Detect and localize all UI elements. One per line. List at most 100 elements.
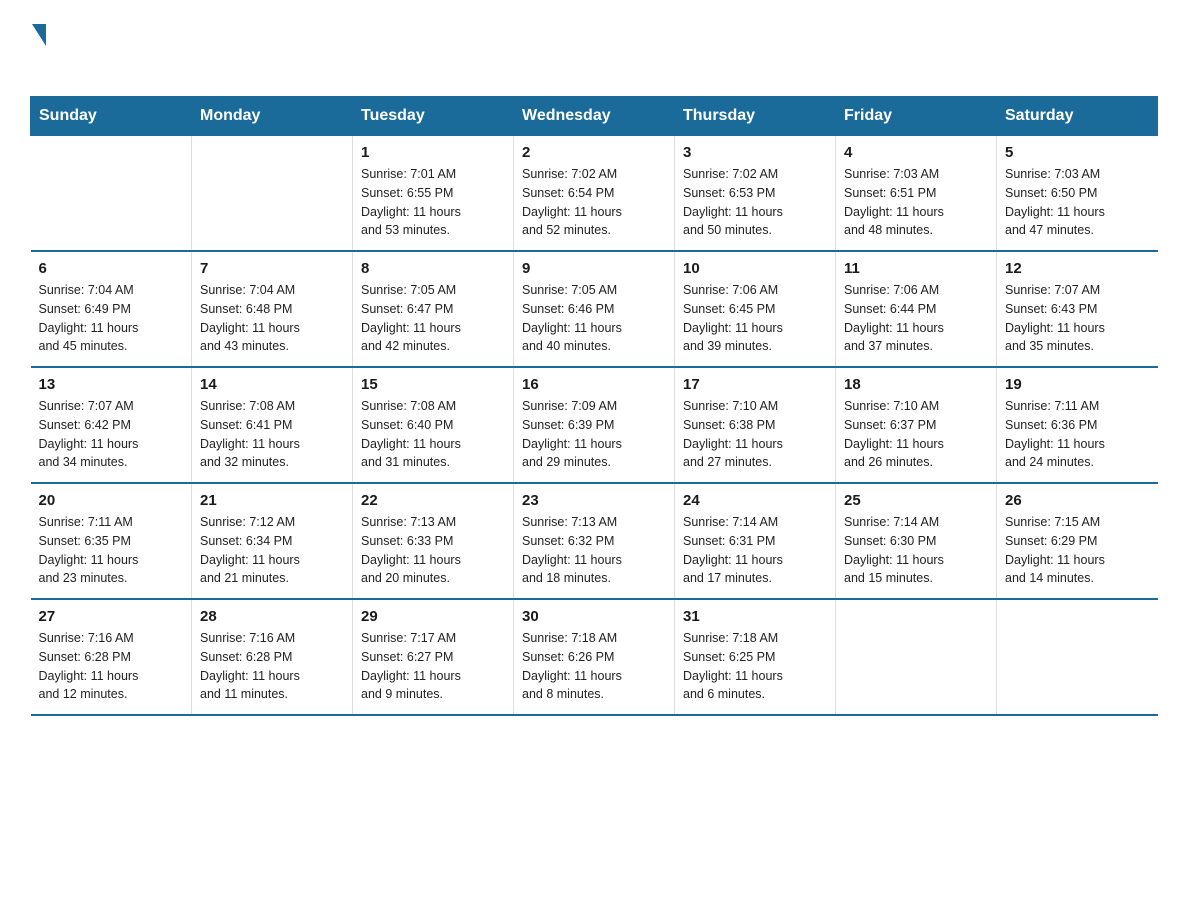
day-info: Sunrise: 7:02 AM Sunset: 6:53 PM Dayligh…: [683, 165, 827, 240]
day-number: 15: [361, 376, 505, 393]
day-info: Sunrise: 7:18 AM Sunset: 6:25 PM Dayligh…: [683, 629, 827, 704]
calendar-header-thursday: Thursday: [675, 97, 836, 136]
calendar-cell: 10 Sunrise: 7:06 AM Sunset: 6:45 PM Dayli…: [675, 251, 836, 367]
day-number: 16: [522, 376, 666, 393]
calendar-cell: 27 Sunrise: 7:16 AM Sunset: 6:28 PM Dayli…: [31, 599, 192, 715]
calendar-cell: 3 Sunrise: 7:02 AM Sunset: 6:53 PM Daylig…: [675, 136, 836, 252]
calendar-cell: [31, 136, 192, 252]
day-number: 19: [1005, 376, 1150, 393]
calendar-header-sunday: Sunday: [31, 97, 192, 136]
calendar-cell: 5 Sunrise: 7:03 AM Sunset: 6:50 PM Daylig…: [997, 136, 1158, 252]
day-number: 9: [522, 260, 666, 277]
calendar-cell: 28Sunrise: 7:16 AM Sunset: 6:28 PM Dayli…: [192, 599, 353, 715]
calendar-cell: 11 Sunrise: 7:06 AM Sunset: 6:44 PM Dayli…: [836, 251, 997, 367]
calendar-week-row: 6Sunrise: 7:04 AM Sunset: 6:49 PM Daylig…: [31, 251, 1158, 367]
day-info: Sunrise: 7:06 AM Sunset: 6:45 PM Dayligh…: [683, 281, 827, 356]
day-number: 27: [39, 608, 184, 625]
calendar-cell: 15 Sunrise: 7:08 AM Sunset: 6:40 PM Dayli…: [353, 367, 514, 483]
day-number: 22: [361, 492, 505, 509]
day-info: Sunrise: 7:07 AM Sunset: 6:43 PM Dayligh…: [1005, 281, 1150, 356]
day-number: 30: [522, 608, 666, 625]
day-number: 3: [683, 144, 827, 161]
day-number: 13: [39, 376, 184, 393]
day-number: 2: [522, 144, 666, 161]
day-info: Sunrise: 7:14 AM Sunset: 6:31 PM Dayligh…: [683, 513, 827, 588]
calendar-week-row: 1Sunrise: 7:01 AM Sunset: 6:55 PM Daylig…: [31, 136, 1158, 252]
day-number: 12: [1005, 260, 1150, 277]
calendar-cell: 6Sunrise: 7:04 AM Sunset: 6:49 PM Daylig…: [31, 251, 192, 367]
day-number: 24: [683, 492, 827, 509]
day-number: 10: [683, 260, 827, 277]
calendar-cell: 1Sunrise: 7:01 AM Sunset: 6:55 PM Daylig…: [353, 136, 514, 252]
day-number: 28: [200, 608, 344, 625]
day-info: Sunrise: 7:17 AM Sunset: 6:27 PM Dayligh…: [361, 629, 505, 704]
calendar-cell: 13 Sunrise: 7:07 AM Sunset: 6:42 PM Dayli…: [31, 367, 192, 483]
calendar-cell: 8 Sunrise: 7:05 AM Sunset: 6:47 PM Daylig…: [353, 251, 514, 367]
day-number: 29: [361, 608, 505, 625]
day-info: Sunrise: 7:06 AM Sunset: 6:44 PM Dayligh…: [844, 281, 988, 356]
day-info: Sunrise: 7:11 AM Sunset: 6:35 PM Dayligh…: [39, 513, 184, 588]
calendar-cell: 29 Sunrise: 7:17 AM Sunset: 6:27 PM Dayli…: [353, 599, 514, 715]
calendar-cell: 17Sunrise: 7:10 AM Sunset: 6:38 PM Dayli…: [675, 367, 836, 483]
calendar-cell: 25 Sunrise: 7:14 AM Sunset: 6:30 PM Dayli…: [836, 483, 997, 599]
calendar-cell: 18Sunrise: 7:10 AM Sunset: 6:37 PM Dayli…: [836, 367, 997, 483]
calendar-week-row: 13 Sunrise: 7:07 AM Sunset: 6:42 PM Dayli…: [31, 367, 1158, 483]
logo-arrow-icon: [32, 24, 46, 46]
calendar-header-tuesday: Tuesday: [353, 97, 514, 136]
calendar-cell: 24 Sunrise: 7:14 AM Sunset: 6:31 PM Dayli…: [675, 483, 836, 599]
day-info: Sunrise: 7:14 AM Sunset: 6:30 PM Dayligh…: [844, 513, 988, 588]
calendar-cell: 9 Sunrise: 7:05 AM Sunset: 6:46 PM Daylig…: [514, 251, 675, 367]
calendar-cell: 2 Sunrise: 7:02 AM Sunset: 6:54 PM Daylig…: [514, 136, 675, 252]
calendar-cell: 26Sunrise: 7:15 AM Sunset: 6:29 PM Dayli…: [997, 483, 1158, 599]
day-number: 31: [683, 608, 827, 625]
calendar-cell: 12 Sunrise: 7:07 AM Sunset: 6:43 PM Dayli…: [997, 251, 1158, 367]
day-number: 26: [1005, 492, 1150, 509]
calendar-cell: 30 Sunrise: 7:18 AM Sunset: 6:26 PM Dayli…: [514, 599, 675, 715]
calendar-header-monday: Monday: [192, 97, 353, 136]
day-info: Sunrise: 7:18 AM Sunset: 6:26 PM Dayligh…: [522, 629, 666, 704]
day-info: Sunrise: 7:05 AM Sunset: 6:47 PM Dayligh…: [361, 281, 505, 356]
calendar-header-friday: Friday: [836, 97, 997, 136]
day-number: 7: [200, 260, 344, 277]
calendar-header-row: SundayMondayTuesdayWednesdayThursdayFrid…: [31, 97, 1158, 136]
day-info: Sunrise: 7:04 AM Sunset: 6:48 PM Dayligh…: [200, 281, 344, 356]
calendar-cell: 7 Sunrise: 7:04 AM Sunset: 6:48 PM Daylig…: [192, 251, 353, 367]
day-number: 8: [361, 260, 505, 277]
day-number: 5: [1005, 144, 1150, 161]
calendar-cell: 19 Sunrise: 7:11 AM Sunset: 6:36 PM Dayli…: [997, 367, 1158, 483]
day-info: Sunrise: 7:05 AM Sunset: 6:46 PM Dayligh…: [522, 281, 666, 356]
calendar-cell: 4Sunrise: 7:03 AM Sunset: 6:51 PM Daylig…: [836, 136, 997, 252]
calendar-week-row: 27 Sunrise: 7:16 AM Sunset: 6:28 PM Dayli…: [31, 599, 1158, 715]
calendar-table: SundayMondayTuesdayWednesdayThursdayFrid…: [30, 96, 1158, 716]
day-number: 11: [844, 260, 988, 277]
calendar-header-wednesday: Wednesday: [514, 97, 675, 136]
day-number: 1: [361, 144, 505, 161]
day-info: Sunrise: 7:11 AM Sunset: 6:36 PM Dayligh…: [1005, 397, 1150, 472]
day-info: Sunrise: 7:13 AM Sunset: 6:32 PM Dayligh…: [522, 513, 666, 588]
day-info: Sunrise: 7:08 AM Sunset: 6:41 PM Dayligh…: [200, 397, 344, 472]
calendar-cell: [997, 599, 1158, 715]
day-info: Sunrise: 7:04 AM Sunset: 6:49 PM Dayligh…: [39, 281, 184, 356]
calendar-cell: 16Sunrise: 7:09 AM Sunset: 6:39 PM Dayli…: [514, 367, 675, 483]
day-info: Sunrise: 7:03 AM Sunset: 6:50 PM Dayligh…: [1005, 165, 1150, 240]
logo: [30, 20, 88, 78]
day-number: 4: [844, 144, 988, 161]
page-header: [30, 20, 1158, 78]
day-info: Sunrise: 7:16 AM Sunset: 6:28 PM Dayligh…: [39, 629, 184, 704]
day-number: 25: [844, 492, 988, 509]
day-info: Sunrise: 7:02 AM Sunset: 6:54 PM Dayligh…: [522, 165, 666, 240]
day-info: Sunrise: 7:10 AM Sunset: 6:38 PM Dayligh…: [683, 397, 827, 472]
day-info: Sunrise: 7:07 AM Sunset: 6:42 PM Dayligh…: [39, 397, 184, 472]
day-number: 18: [844, 376, 988, 393]
calendar-week-row: 20 Sunrise: 7:11 AM Sunset: 6:35 PM Dayli…: [31, 483, 1158, 599]
day-info: Sunrise: 7:13 AM Sunset: 6:33 PM Dayligh…: [361, 513, 505, 588]
day-info: Sunrise: 7:08 AM Sunset: 6:40 PM Dayligh…: [361, 397, 505, 472]
calendar-cell: 21Sunrise: 7:12 AM Sunset: 6:34 PM Dayli…: [192, 483, 353, 599]
day-number: 14: [200, 376, 344, 393]
calendar-header-saturday: Saturday: [997, 97, 1158, 136]
calendar-cell: 31 Sunrise: 7:18 AM Sunset: 6:25 PM Dayli…: [675, 599, 836, 715]
day-number: 20: [39, 492, 184, 509]
calendar-cell: 20 Sunrise: 7:11 AM Sunset: 6:35 PM Dayli…: [31, 483, 192, 599]
calendar-cell: 22 Sunrise: 7:13 AM Sunset: 6:33 PM Dayli…: [353, 483, 514, 599]
calendar-cell: 14 Sunrise: 7:08 AM Sunset: 6:41 PM Dayli…: [192, 367, 353, 483]
